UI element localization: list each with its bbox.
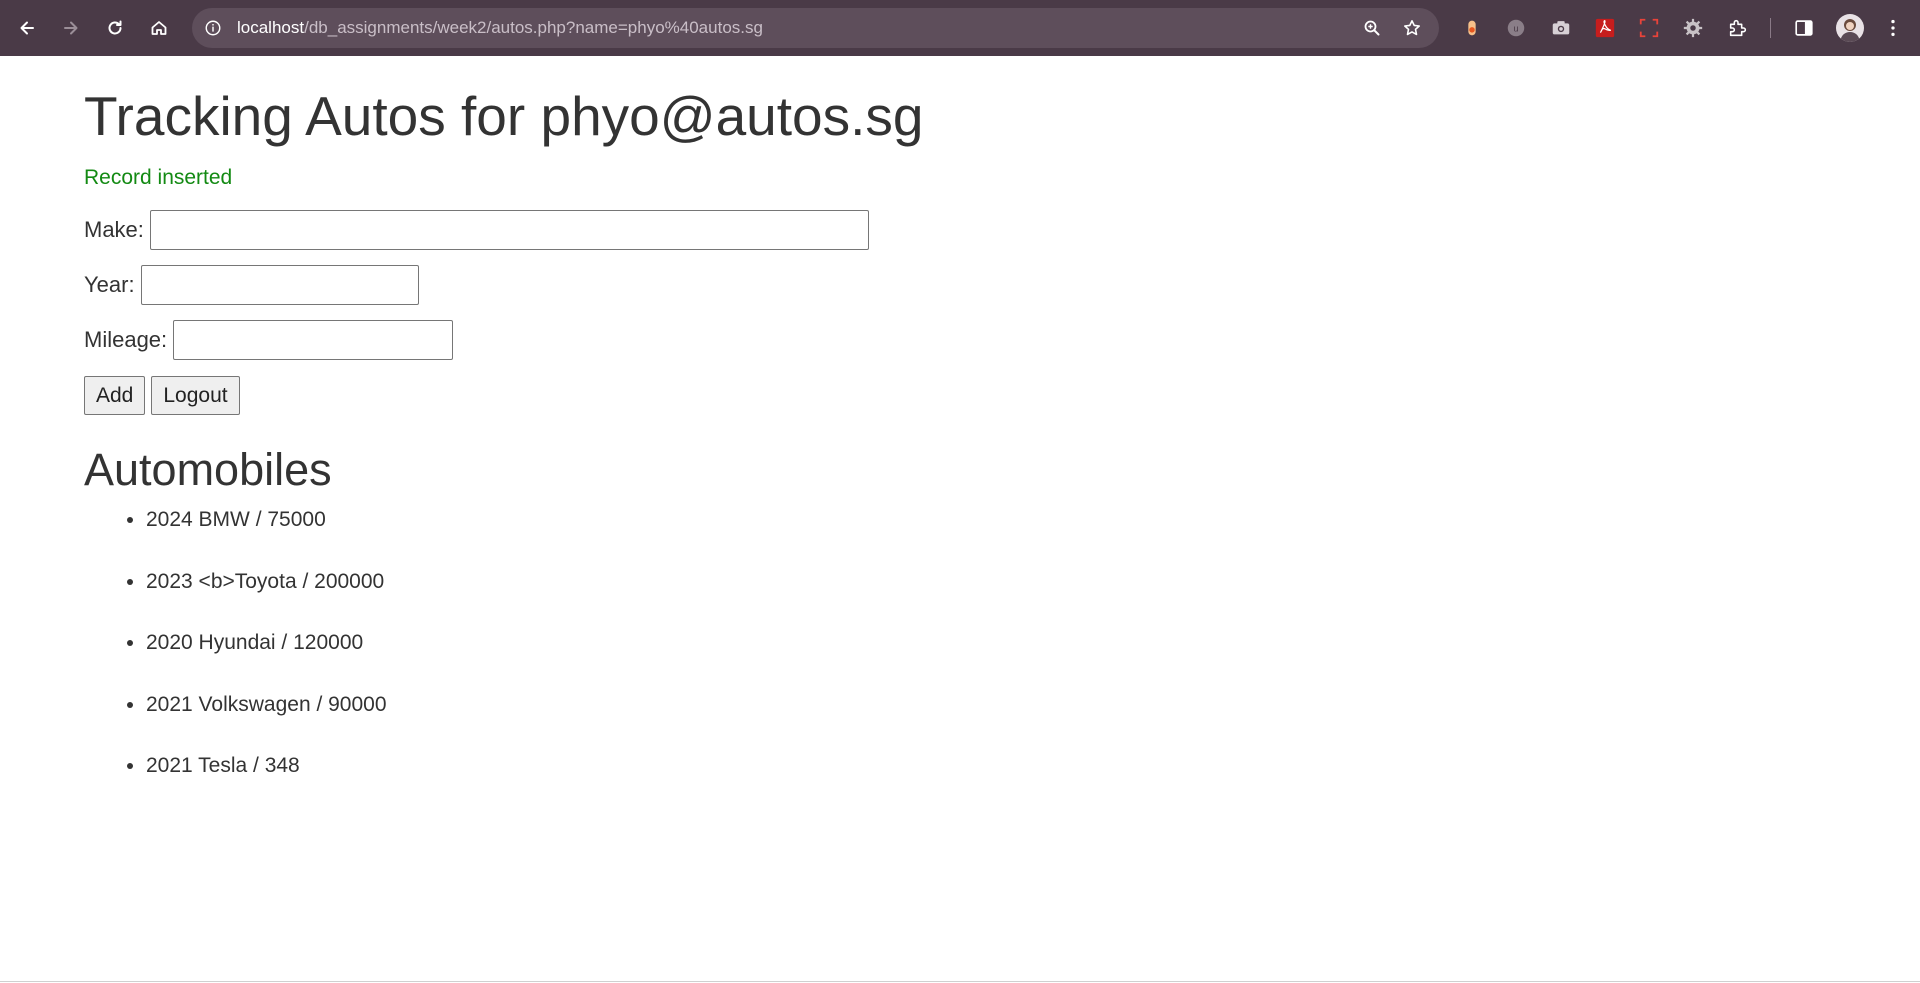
address-bar[interactable]: localhost/db_assignments/week2/autos.php…	[192, 8, 1439, 48]
list-item: 2021 Tesla / 348	[146, 754, 387, 816]
page-title: Tracking Autos for phyo@autos.sg	[84, 85, 924, 147]
extensions-puzzle-icon[interactable]	[1726, 16, 1750, 40]
automobiles-list: 2024 BMW / 75000 2023 <b>Toyota / 200000…	[84, 508, 387, 816]
home-button[interactable]	[143, 12, 175, 44]
back-button[interactable]	[11, 12, 43, 44]
home-icon	[151, 21, 167, 35]
mileage-label: Mileage:	[84, 327, 168, 352]
reload-icon	[108, 20, 122, 35]
list-item: 2023 <b>Toyota / 200000	[146, 570, 387, 632]
back-arrow-icon	[20, 21, 34, 35]
year-label: Year:	[84, 272, 135, 297]
side-panel-icon[interactable]	[1792, 16, 1816, 40]
list-item: 2024 BMW / 75000	[146, 508, 387, 570]
window-bottom-border	[0, 981, 1920, 982]
extension-1-icon[interactable]	[1460, 16, 1484, 40]
screen-capture-icon[interactable]	[1637, 16, 1661, 40]
make-row: Make:	[84, 210, 869, 250]
page-content: Tracking Autos for phyo@autos.sg Record …	[0, 56, 1920, 983]
pdf-icon[interactable]	[1593, 16, 1617, 40]
add-button[interactable]: Add	[84, 376, 146, 415]
extension-2-icon[interactable]: u	[1504, 16, 1528, 40]
year-row: Year:	[84, 265, 419, 305]
forward-arrow-icon	[64, 21, 78, 35]
reload-button[interactable]	[99, 12, 131, 44]
mileage-row: Mileage:	[84, 320, 454, 360]
url-path: /db_assignments/week2/autos.php?name=phy…	[304, 18, 763, 37]
url-host: localhost	[237, 18, 305, 37]
flash-message: Record inserted	[84, 166, 233, 189]
forward-button[interactable]	[55, 12, 87, 44]
logout-button[interactable]: Logout	[151, 376, 240, 415]
make-input[interactable]	[149, 210, 869, 250]
form-buttons: Add Logout	[84, 376, 240, 415]
camera-icon[interactable]	[1549, 16, 1573, 40]
automobiles-heading: Automobiles	[84, 444, 332, 495]
url-text[interactable]: localhost/db_assignments/week2/autos.php…	[237, 8, 763, 48]
year-input[interactable]	[140, 265, 419, 305]
bookmark-star-icon[interactable]	[1400, 16, 1424, 40]
mileage-input[interactable]	[173, 320, 454, 360]
browser-toolbar: localhost/db_assignments/week2/autos.php…	[0, 0, 1920, 56]
gear-extension-icon[interactable]	[1681, 16, 1705, 40]
list-item: 2020 Hyundai / 120000	[146, 631, 387, 693]
profile-avatar[interactable]	[1836, 14, 1864, 42]
site-info-icon[interactable]	[202, 17, 224, 39]
zoom-icon[interactable]	[1360, 16, 1384, 40]
menu-kebab-icon[interactable]	[1881, 16, 1905, 40]
svg-text:u: u	[1513, 24, 1518, 34]
toolbar-divider	[1770, 18, 1771, 38]
make-label: Make:	[84, 217, 144, 242]
list-item: 2021 Volkswagen / 90000	[146, 693, 387, 755]
